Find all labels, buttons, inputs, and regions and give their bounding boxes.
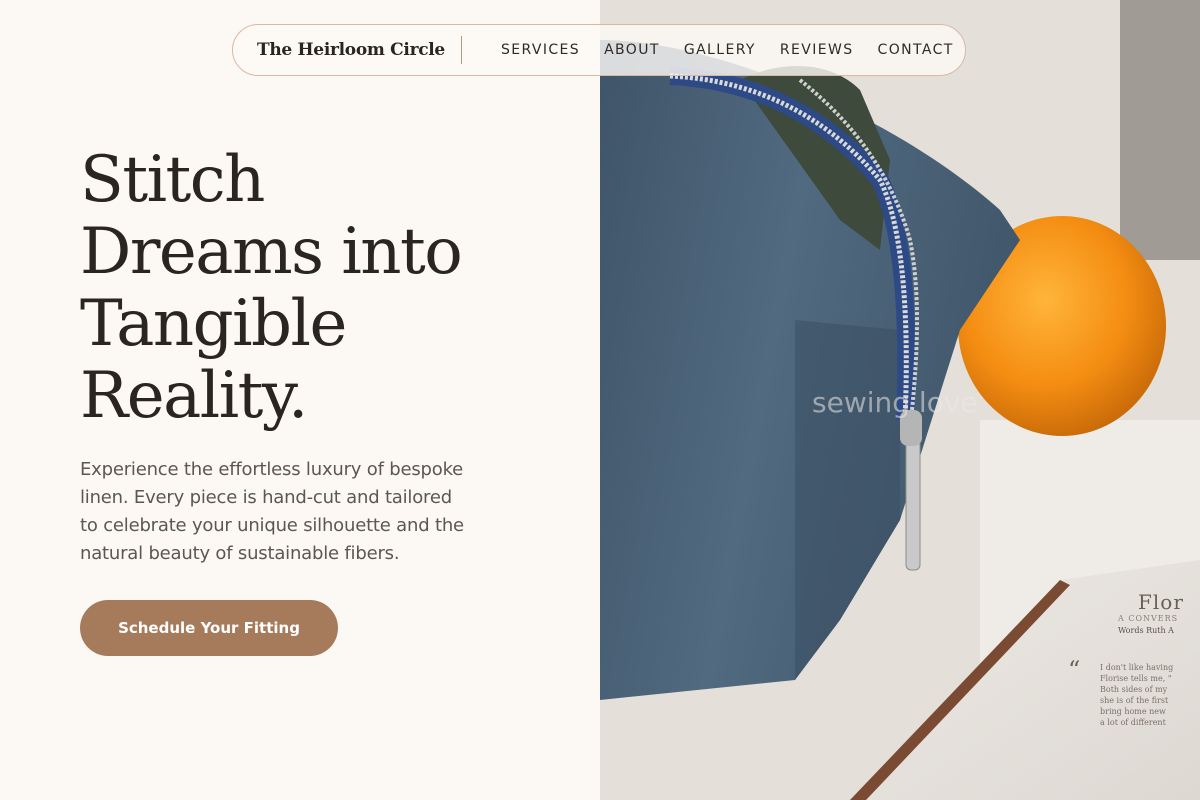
brand-logo[interactable]: The Heirloom Circle [257, 36, 462, 64]
schedule-fitting-button[interactable]: Schedule Your Fitting [80, 600, 338, 656]
headline-line: Tangible [80, 287, 347, 361]
description-line: linen. Every piece is hand-cut and tailo… [80, 487, 452, 508]
book-quote-line: bring home new [1100, 707, 1166, 716]
book-quote-line: she is of the first [1100, 696, 1169, 705]
headline-line: Dreams into [80, 215, 463, 289]
watermark-text: sewing love [812, 386, 978, 419]
hero-description: Experience the effortless luxury of besp… [80, 456, 530, 568]
book-quote-line: a lot of different [1100, 718, 1166, 727]
nav-link-gallery[interactable]: GALLERY [684, 42, 756, 58]
nav-link-about[interactable]: ABOUT [604, 42, 660, 58]
book-quote: I don't like having Florise tells me, " Bo… [1100, 662, 1173, 728]
nav-link-reviews[interactable]: REVIEWS [780, 42, 854, 58]
nav-link-services[interactable]: SERVICES [501, 42, 580, 58]
book-subtitle: A CONVERS [1118, 614, 1179, 623]
nav-links: SERVICES ABOUT GALLERY REVIEWS CONTACT [501, 42, 954, 58]
description-line: natural beauty of sustainable fibers. [80, 543, 400, 564]
hero-headline: Stitch Dreams into Tangible Reality. [80, 144, 560, 432]
quote-mark-icon: “ [1068, 656, 1081, 684]
nav-link-contact[interactable]: CONTACT [878, 42, 954, 58]
book-byline: Words Ruth A [1118, 626, 1174, 635]
book-title: Flor [1138, 590, 1184, 614]
headline-line: Reality. [80, 359, 308, 433]
navbar: The Heirloom Circle SERVICES ABOUT GALLE… [232, 24, 966, 76]
book-quote-line: I don't like having [1100, 663, 1174, 672]
book-quote-line: Both sides of my [1100, 685, 1168, 694]
description-line: Experience the effortless luxury of besp… [80, 459, 464, 480]
book-quote-line: Florise tells me, " [1100, 674, 1172, 683]
headline-line: Stitch [80, 143, 265, 217]
description-line: to celebrate your unique silhouette and … [80, 515, 464, 536]
